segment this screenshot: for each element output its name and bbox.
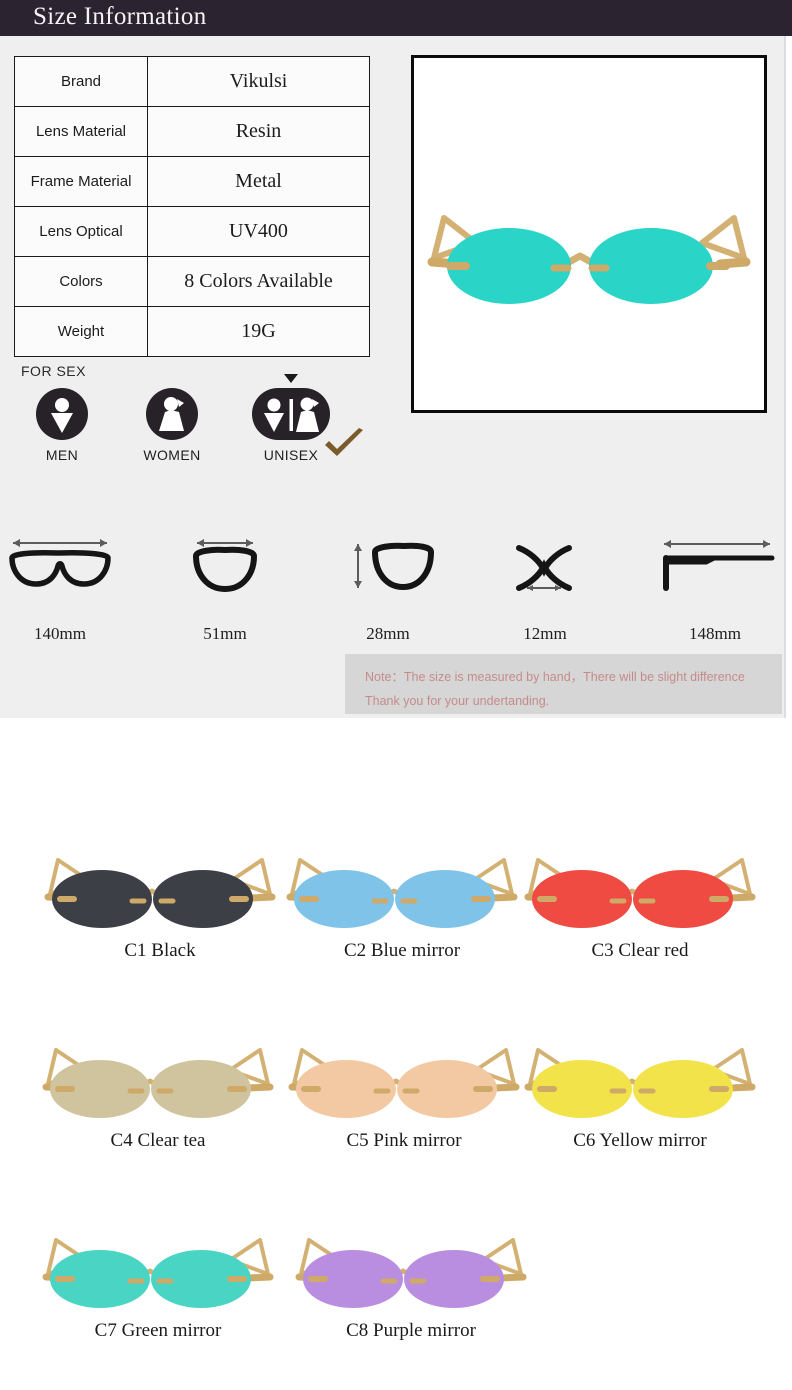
spec-value: 8 Colors Available bbox=[147, 256, 370, 307]
color-variant-c7[interactable]: C7 Green mirror bbox=[26, 1200, 290, 1342]
sunglasses-icon bbox=[295, 1238, 527, 1308]
spec-value: UV400 bbox=[147, 206, 370, 257]
spec-value: 19G bbox=[147, 306, 370, 357]
color-variant-label: C1 Black bbox=[124, 940, 196, 961]
measurement-value: 12mm bbox=[523, 624, 567, 643]
spec-label: Lens Optical bbox=[14, 206, 148, 257]
bridge-width-icon bbox=[516, 545, 572, 591]
sunglasses-icon bbox=[44, 858, 276, 928]
for-sex-label: FOR SEX bbox=[21, 363, 86, 379]
frame-width-icon bbox=[9, 539, 111, 587]
table-row: Colors 8 Colors Available bbox=[14, 256, 370, 307]
size-note-box: Note：The size is measured by hand，There … bbox=[345, 654, 782, 714]
female-figure-icon bbox=[146, 388, 198, 440]
color-variant-c1[interactable]: C1 Black bbox=[28, 820, 292, 962]
spec-label: Brand bbox=[14, 56, 148, 107]
color-variants-section: C1 Black C2 Blue mirror C3 Clear red C4 … bbox=[0, 820, 792, 1390]
color-variant-row: C1 Black C2 Blue mirror C3 Clear red bbox=[0, 820, 792, 1010]
measurement-value: 148mm bbox=[689, 624, 741, 643]
note-line-2: Thank you for your undertanding. bbox=[365, 694, 550, 708]
spec-label: Colors bbox=[14, 256, 148, 307]
spec-label: Weight bbox=[14, 306, 148, 357]
measurement-value: 51mm bbox=[203, 624, 247, 643]
color-variant-label: C6 Yellow mirror bbox=[573, 1130, 707, 1151]
sunglasses-icon bbox=[42, 1238, 274, 1308]
note-line-1: Note：The size is measured by hand，There … bbox=[365, 670, 745, 684]
color-variant-c3[interactable]: C3 Clear red bbox=[508, 820, 772, 962]
color-variant-row: C7 Green mirror C8 Purple mirror bbox=[0, 1200, 792, 1390]
selection-pointer-icon bbox=[284, 374, 298, 383]
measurement-bridge-width: 12mm bbox=[470, 526, 620, 644]
color-variant-c5[interactable]: C5 Pink mirror bbox=[272, 1010, 536, 1152]
table-row: Brand Vikulsi bbox=[14, 56, 370, 107]
gender-option-men[interactable]: MEN bbox=[14, 388, 110, 463]
spec-value: Vikulsi bbox=[147, 56, 370, 107]
color-variant-c4[interactable]: C4 Clear tea bbox=[26, 1010, 290, 1152]
sunglasses-icon bbox=[288, 1048, 520, 1118]
temple-length-icon bbox=[663, 540, 775, 591]
color-variant-label: C8 Purple mirror bbox=[346, 1320, 476, 1341]
lens-width-icon bbox=[193, 539, 257, 592]
sunglasses-icon bbox=[427, 215, 751, 304]
color-variant-label: C5 Pink mirror bbox=[346, 1130, 462, 1151]
table-row: Lens Material Resin bbox=[14, 106, 370, 157]
sunglasses-icon bbox=[524, 858, 756, 928]
table-row: Lens Optical UV400 bbox=[14, 206, 370, 257]
spec-label: Lens Material bbox=[14, 106, 148, 157]
measurement-temple-length: 148mm bbox=[640, 526, 790, 644]
color-variant-c8[interactable]: C8 Purple mirror bbox=[279, 1200, 543, 1342]
measurement-frame-width: 140mm bbox=[0, 526, 135, 644]
lens-height-icon bbox=[354, 542, 434, 590]
sunglasses-icon bbox=[524, 1048, 756, 1118]
color-variant-c6[interactable]: C6 Yellow mirror bbox=[508, 1010, 772, 1152]
spec-value: Resin bbox=[147, 106, 370, 157]
gender-option-label: WOMEN bbox=[143, 447, 201, 463]
table-row: Frame Material Metal bbox=[14, 156, 370, 207]
male-figure-icon bbox=[36, 388, 88, 440]
color-variant-label: C7 Green mirror bbox=[94, 1320, 222, 1341]
color-variant-row: C4 Clear tea C5 Pink mirror C6 Yellow mi… bbox=[0, 1010, 792, 1200]
sunglasses-icon bbox=[42, 1048, 274, 1118]
unisex-figure-icon bbox=[252, 374, 330, 440]
product-photo bbox=[411, 55, 767, 413]
color-variant-c2[interactable]: C2 Blue mirror bbox=[270, 820, 534, 962]
table-row: Weight 19G bbox=[14, 306, 370, 357]
measurement-value: 140mm bbox=[34, 624, 86, 643]
page-title: Size Information bbox=[33, 3, 207, 30]
measurement-value: 28mm bbox=[366, 624, 410, 643]
measurement-lens-height: 28mm bbox=[313, 526, 463, 644]
spec-label: Frame Material bbox=[14, 156, 148, 207]
color-variant-label: C3 Clear red bbox=[591, 940, 689, 961]
gender-option-women[interactable]: WOMEN bbox=[124, 388, 220, 463]
spec-value: Metal bbox=[147, 156, 370, 207]
size-information-panel: Brand Vikulsi Lens Material Resin Frame … bbox=[0, 36, 786, 718]
check-icon bbox=[325, 428, 363, 456]
sunglasses-icon bbox=[286, 858, 518, 928]
color-variant-label: C2 Blue mirror bbox=[343, 940, 461, 961]
color-variant-label: C4 Clear tea bbox=[110, 1130, 206, 1151]
measurement-lens-width: 51mm bbox=[150, 526, 300, 644]
gender-option-label: MEN bbox=[45, 447, 79, 463]
specification-table: Brand Vikulsi Lens Material Resin Frame … bbox=[14, 56, 370, 357]
